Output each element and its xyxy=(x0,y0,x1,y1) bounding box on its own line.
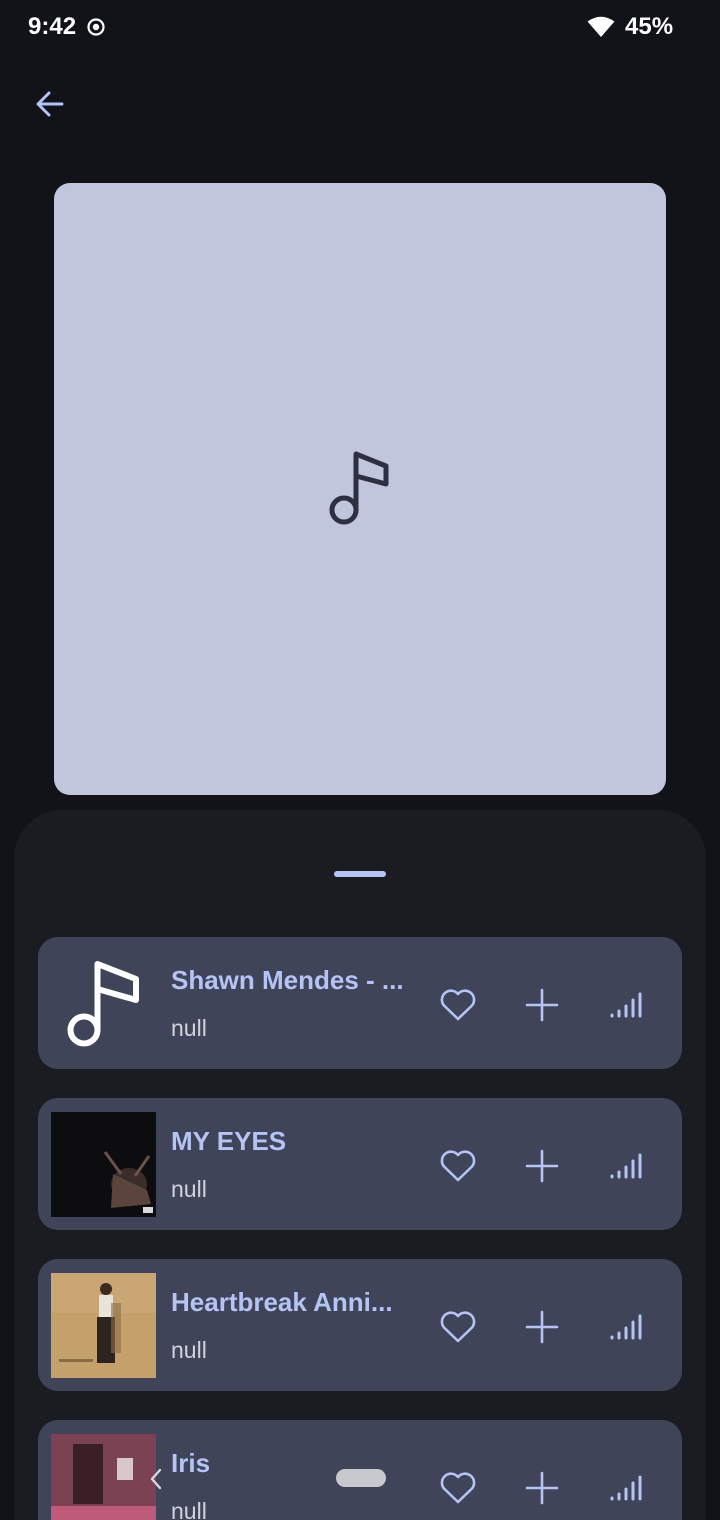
album-art-placeholder xyxy=(54,183,666,795)
now-playing-screen: 9:42 45% Shawn Mendes - ... null MY EYES… xyxy=(0,0,720,1520)
track-artist: null xyxy=(171,1337,207,1363)
add-to-playlist-button[interactable] xyxy=(520,1466,564,1510)
add-to-playlist-button[interactable] xyxy=(520,1144,564,1188)
heart-icon xyxy=(440,1150,476,1182)
battery-percent: 45% xyxy=(625,13,674,40)
drag-handle[interactable] xyxy=(334,871,386,877)
add-to-playlist-button[interactable] xyxy=(520,983,564,1027)
track-item[interactable]: MY EYES null xyxy=(38,1098,682,1230)
music-note-icon xyxy=(329,451,389,525)
signal-bars-icon xyxy=(610,1475,642,1501)
recording-indicator-icon xyxy=(87,18,105,36)
plus-icon xyxy=(525,1149,559,1183)
signal-bars-icon xyxy=(610,992,642,1018)
favorite-button[interactable] xyxy=(436,1305,480,1349)
back-button[interactable] xyxy=(24,80,76,128)
track-title: Shawn Mendes - ... xyxy=(171,965,404,995)
favorite-button[interactable] xyxy=(436,1144,480,1188)
more-options-button[interactable] xyxy=(604,1466,648,1510)
status-time: 9:42 xyxy=(28,13,77,40)
track-artist: null xyxy=(171,1176,207,1202)
plus-icon xyxy=(525,1471,559,1505)
track-title: Heartbreak Anni... xyxy=(171,1287,393,1317)
plus-icon xyxy=(525,988,559,1022)
plus-icon xyxy=(525,1310,559,1344)
track-thumbnail xyxy=(51,1273,156,1378)
arrow-back-icon xyxy=(36,91,64,117)
album-cover-image xyxy=(51,1434,156,1520)
more-options-button[interactable] xyxy=(604,1144,648,1188)
heart-icon xyxy=(440,1472,476,1504)
status-bar: 9:42 45% xyxy=(0,0,720,56)
more-options-button[interactable] xyxy=(604,983,648,1027)
signal-bars-icon xyxy=(610,1314,642,1340)
track-item[interactable]: Shawn Mendes - ... null xyxy=(38,937,682,1069)
track-artist: null xyxy=(171,1015,207,1041)
heart-icon xyxy=(440,989,476,1021)
more-options-button[interactable] xyxy=(604,1305,648,1349)
nav-back-icon[interactable] xyxy=(146,1466,166,1492)
track-thumbnail xyxy=(51,951,156,1056)
album-cover-image xyxy=(51,1273,156,1378)
album-cover-image xyxy=(51,1112,156,1217)
favorite-button[interactable] xyxy=(436,983,480,1027)
track-artist: null xyxy=(171,1498,207,1520)
favorite-button[interactable] xyxy=(436,1466,480,1510)
music-note-icon xyxy=(67,960,139,1046)
queue-bottom-sheet: Shawn Mendes - ... null MY EYES null Hea… xyxy=(14,810,706,1520)
heart-icon xyxy=(440,1311,476,1343)
track-title: MY EYES xyxy=(171,1126,287,1156)
track-thumbnail xyxy=(51,1434,156,1520)
add-to-playlist-button[interactable] xyxy=(520,1305,564,1349)
nav-home-pill[interactable] xyxy=(336,1469,386,1487)
signal-bars-icon xyxy=(610,1153,642,1179)
track-item[interactable]: Heartbreak Anni... null xyxy=(38,1259,682,1391)
track-thumbnail xyxy=(51,1112,156,1217)
wifi-icon xyxy=(587,16,615,37)
